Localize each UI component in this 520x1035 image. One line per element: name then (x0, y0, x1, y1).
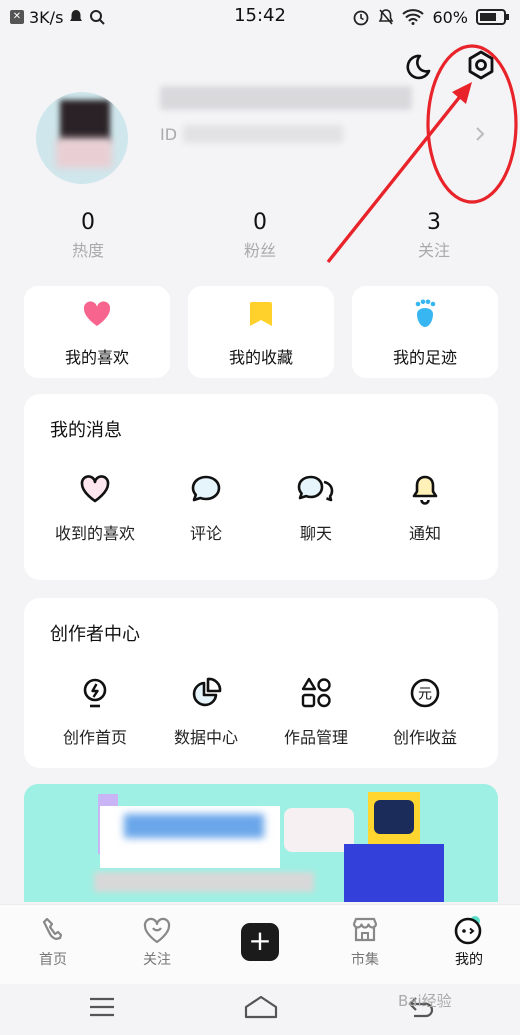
net-speed: 3K/s (29, 7, 64, 27)
profile-stats: 0 热度 0 粉丝 3 关注 (0, 208, 520, 268)
alarm-icon (354, 10, 369, 26)
moon-icon[interactable] (402, 52, 432, 82)
footprint-icon (415, 299, 436, 327)
chat-item[interactable]: 聊天 (261, 472, 371, 552)
stat-label: 粉丝 (243, 241, 276, 260)
stat-value: 3 (427, 210, 441, 235)
heart-outline-icon (80, 475, 110, 503)
item-label: 收到的喜欢 (54, 524, 135, 543)
pie-chart-icon (192, 677, 222, 707)
stat-heat[interactable]: 0 热度 (28, 208, 148, 264)
bookmark-icon (250, 302, 272, 326)
id-label: ID (160, 124, 178, 144)
shapes-icon (301, 677, 331, 708)
tab-profile[interactable]: 我的 (429, 915, 509, 969)
card-label: 我的足迹 (392, 348, 457, 367)
card-label: 我的收藏 (228, 348, 293, 367)
data-center-item[interactable]: 数据中心 (151, 676, 261, 756)
promo-banner[interactable] (24, 784, 498, 902)
tab-label: 首页 (39, 952, 67, 968)
tab-follow[interactable]: 关注 (117, 915, 197, 969)
user-id-row: ID (160, 122, 344, 146)
panel-title: 我的消息 (50, 420, 122, 441)
yuan-icon: 元 (410, 678, 440, 708)
bulb-icon (83, 678, 107, 708)
notification-icon (70, 10, 83, 21)
item-label: 通知 (408, 524, 441, 543)
battery-icon (476, 9, 509, 25)
stat-fans[interactable]: 0 粉丝 (200, 208, 320, 264)
chevron-right-icon[interactable] (470, 122, 490, 146)
card-label: 我的喜欢 (64, 348, 129, 367)
tab-label: 市集 (351, 952, 379, 968)
menu-icon[interactable] (88, 994, 116, 1020)
username-redacted (160, 86, 412, 110)
search-icon (90, 10, 106, 25)
creator-income-item[interactable]: 元 创作收益 (370, 676, 480, 756)
creator-home-item[interactable]: 创作首页 (40, 676, 150, 756)
tab-label: 我的 (455, 952, 483, 968)
app-icon: ✕ (10, 10, 24, 24)
tab-label: 关注 (143, 952, 171, 968)
stat-following[interactable]: 3 关注 (374, 208, 494, 264)
mute-icon (379, 9, 394, 25)
status-bar: ✕ 3K/s 15:42 60% (0, 0, 520, 34)
system-nav-bar: Bai经验 (0, 984, 520, 1035)
comments-item[interactable]: 评论 (151, 472, 261, 552)
avatar[interactable] (36, 92, 128, 184)
received-likes-item[interactable]: 收到的喜欢 (40, 472, 150, 552)
create-post-button[interactable]: + (241, 923, 279, 961)
chat-icon (297, 475, 334, 502)
bottom-tab-bar: 首页 关注 + 市集 我的 (0, 904, 520, 984)
heart-icon (83, 301, 111, 326)
wifi-icon (402, 9, 425, 25)
my-likes-card[interactable]: 我的喜欢 (24, 286, 170, 378)
market-icon (352, 917, 378, 942)
item-label: 评论 (189, 524, 222, 543)
item-label: 数据中心 (173, 728, 238, 747)
tab-home[interactable]: 首页 (13, 915, 93, 969)
item-label: 作品管理 (283, 728, 348, 747)
works-management-item[interactable]: 作品管理 (261, 676, 371, 756)
item-label: 创作首页 (62, 728, 127, 747)
bell-icon (412, 475, 438, 505)
item-label: 创作收益 (392, 728, 457, 747)
stat-label: 热度 (71, 241, 104, 260)
comment-icon (191, 475, 221, 502)
stat-value: 0 (81, 210, 95, 235)
home-nav-icon[interactable] (244, 994, 278, 1020)
follow-icon (143, 917, 171, 944)
user-id-redacted (183, 125, 344, 143)
stat-value: 0 (253, 210, 267, 235)
creator-center-panel: 创作者中心 创作首页 数据中心 作品管理 元 创作收益 (24, 598, 498, 768)
tab-market[interactable]: 市集 (325, 915, 405, 969)
notifications-item[interactable]: 通知 (370, 472, 480, 552)
stat-label: 关注 (417, 241, 450, 260)
home-icon (42, 917, 63, 941)
battery-text: 60% (432, 7, 468, 27)
item-label: 聊天 (299, 524, 332, 543)
watermark: Bai经验 (398, 992, 452, 1010)
my-favorites-card[interactable]: 我的收藏 (188, 286, 334, 378)
panel-title: 创作者中心 (50, 624, 140, 645)
messages-panel: 我的消息 收到的喜欢 评论 聊天 通知 (24, 394, 498, 580)
settings-icon[interactable] (464, 48, 498, 82)
profile-icon (454, 916, 482, 945)
my-footprints-card[interactable]: 我的足迹 (352, 286, 498, 378)
yuan-glyph: 元 (418, 687, 432, 703)
